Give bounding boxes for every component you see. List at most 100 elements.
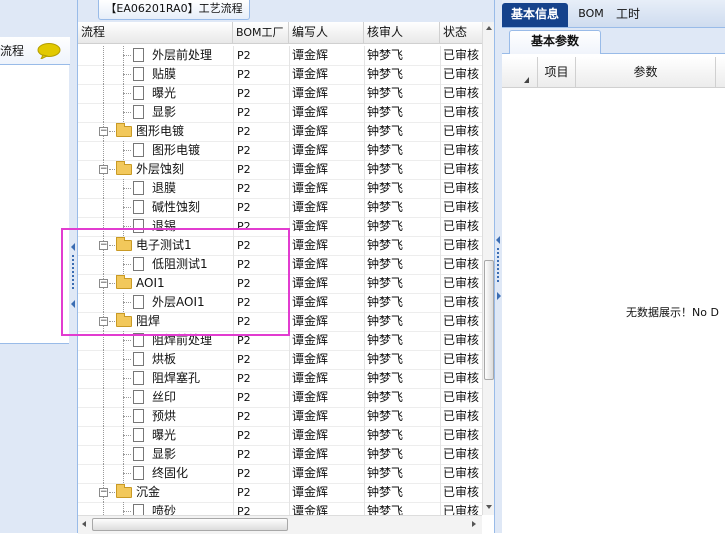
column-divider [233,84,234,103]
column-divider [233,426,234,445]
tree-guide-line [103,502,104,515]
chat-bubble-icon[interactable] [36,43,62,59]
horizontal-scrollbar[interactable] [78,515,482,534]
table-row[interactable]: 显影 P2 谭金辉 钟梦飞 已审核 [78,445,482,465]
table-row[interactable]: 碱性蚀刻 P2 谭金辉 钟梦飞 已审核 [78,198,482,218]
expand-right-arrow-icon[interactable] [497,292,501,300]
column-divider [364,46,365,65]
writer-name: 谭金辉 [292,238,329,252]
writer-name: 谭金辉 [292,504,329,515]
subtab-basic-params[interactable]: 基本参数 [509,30,601,54]
column-divider [364,274,365,293]
column-header-process[interactable]: 流程 [78,22,233,43]
table-row[interactable]: − 图形电镀 P2 谭金辉 钟梦飞 已审核 [78,122,482,142]
status-text: 已审核 [443,447,480,461]
status-text: 已审核 [443,428,480,442]
column-divider [440,426,441,445]
reviewer-name: 钟梦飞 [367,181,404,195]
tree-guide-line [103,388,104,407]
writer-name: 谭金辉 [292,314,329,328]
reviewer-name: 钟梦飞 [367,428,404,442]
tree-guide-line [123,454,131,455]
reviewer-name: 钟梦飞 [367,466,404,480]
column-divider [233,369,234,388]
left-panel-header[interactable]: 流程 [0,37,70,65]
vertical-scroll-thumb[interactable] [484,260,494,380]
bom-factory: P2 [237,410,251,423]
table-row[interactable]: 曝光 P2 谭金辉 钟梦飞 已审核 [78,426,482,446]
status-text: 已审核 [443,181,480,195]
column-header-param[interactable]: 参数 [576,57,716,87]
status-text: 已审核 [443,409,480,423]
column-divider [364,426,365,445]
process-name: 显影 [152,105,177,119]
column-divider [364,312,365,331]
process-name: 曝光 [152,86,177,100]
column-divider [364,65,365,84]
column-header-reviewer[interactable]: 核审人 [364,22,440,43]
reviewer-name: 钟梦飞 [367,86,404,100]
column-divider [289,179,290,198]
collapse-right-arrow-icon[interactable] [496,236,500,244]
column-divider [440,198,441,217]
table-row[interactable]: 丝印 P2 谭金辉 钟梦飞 已审核 [78,388,482,408]
writer-name: 谭金辉 [292,276,329,290]
table-row[interactable]: 贴膜 P2 谭金辉 钟梦飞 已审核 [78,65,482,85]
process-name: 终固化 [152,466,189,480]
table-row[interactable]: 阻焊塞孔 P2 谭金辉 钟梦飞 已审核 [78,369,482,389]
scroll-right-arrow-icon[interactable] [472,521,476,527]
tree-guide-line [103,65,104,84]
document-icon [133,409,144,423]
column-divider [289,483,290,502]
grid-title-tab[interactable]: 【EA06201RA0】工艺流程 [98,0,250,20]
tree-guide-line [103,445,104,464]
column-divider [289,464,290,483]
scroll-up-arrow-icon[interactable] [486,26,492,30]
table-row[interactable]: 烘板 P2 谭金辉 钟梦飞 已审核 [78,350,482,370]
folder-icon [116,123,132,137]
process-name: 外层蚀刻 [136,162,185,176]
column-divider [233,160,234,179]
table-row[interactable]: 显影 P2 谭金辉 钟梦飞 已审核 [78,103,482,123]
tab-basic-info[interactable]: 基本信息 [502,3,568,27]
scroll-left-arrow-icon[interactable] [82,521,86,527]
row-number-header[interactable] [502,57,538,87]
tree-guide-line [103,46,104,65]
tree-guide-line [123,207,131,208]
horizontal-scroll-thumb[interactable] [92,518,288,531]
column-header-item[interactable]: 项目 [538,57,576,87]
highlight-annotation-box [61,228,290,336]
tree-guide-line [103,350,104,369]
tree-collapse-icon[interactable]: − [99,165,108,174]
tree-guide-line [103,426,104,445]
tab-work-hours[interactable]: 工时 [610,3,646,27]
column-divider [364,350,365,369]
table-row[interactable]: 曝光 P2 谭金辉 钟梦飞 已审核 [78,84,482,104]
table-row[interactable]: 预烘 P2 谭金辉 钟梦飞 已审核 [78,407,482,427]
column-divider [289,122,290,141]
table-row[interactable]: − 沉金 P2 谭金辉 钟梦飞 已审核 [78,483,482,503]
table-row[interactable]: 退膜 P2 谭金辉 钟梦飞 已审核 [78,179,482,199]
table-row[interactable]: 外层前处理 P2 谭金辉 钟梦飞 已审核 [78,46,482,66]
column-divider [440,407,441,426]
tab-bom[interactable]: BOM [570,3,612,27]
reviewer-name: 钟梦飞 [367,105,404,119]
table-row[interactable]: − 外层蚀刻 P2 谭金辉 钟梦飞 已审核 [78,160,482,180]
table-row[interactable]: 喷砂 P2 谭金辉 钟梦飞 已审核 [78,502,482,515]
column-divider [364,369,365,388]
scroll-down-arrow-icon[interactable] [486,505,492,509]
status-text: 已审核 [443,238,480,252]
column-header-status[interactable]: 状态 [440,22,482,43]
bom-factory: P2 [237,486,251,499]
tree-collapse-icon[interactable]: − [99,488,108,497]
column-divider [289,350,290,369]
column-divider [440,274,441,293]
table-row[interactable]: 图形电镀 P2 谭金辉 钟梦飞 已审核 [78,141,482,161]
bom-factory: P2 [237,505,251,515]
column-divider [440,255,441,274]
column-header-bom[interactable]: BOM工厂 [233,22,289,43]
tree-collapse-icon[interactable]: − [99,127,108,136]
writer-name: 谭金辉 [292,48,329,62]
table-row[interactable]: 终固化 P2 谭金辉 钟梦飞 已审核 [78,464,482,484]
column-header-writer[interactable]: 编写人 [289,22,364,43]
